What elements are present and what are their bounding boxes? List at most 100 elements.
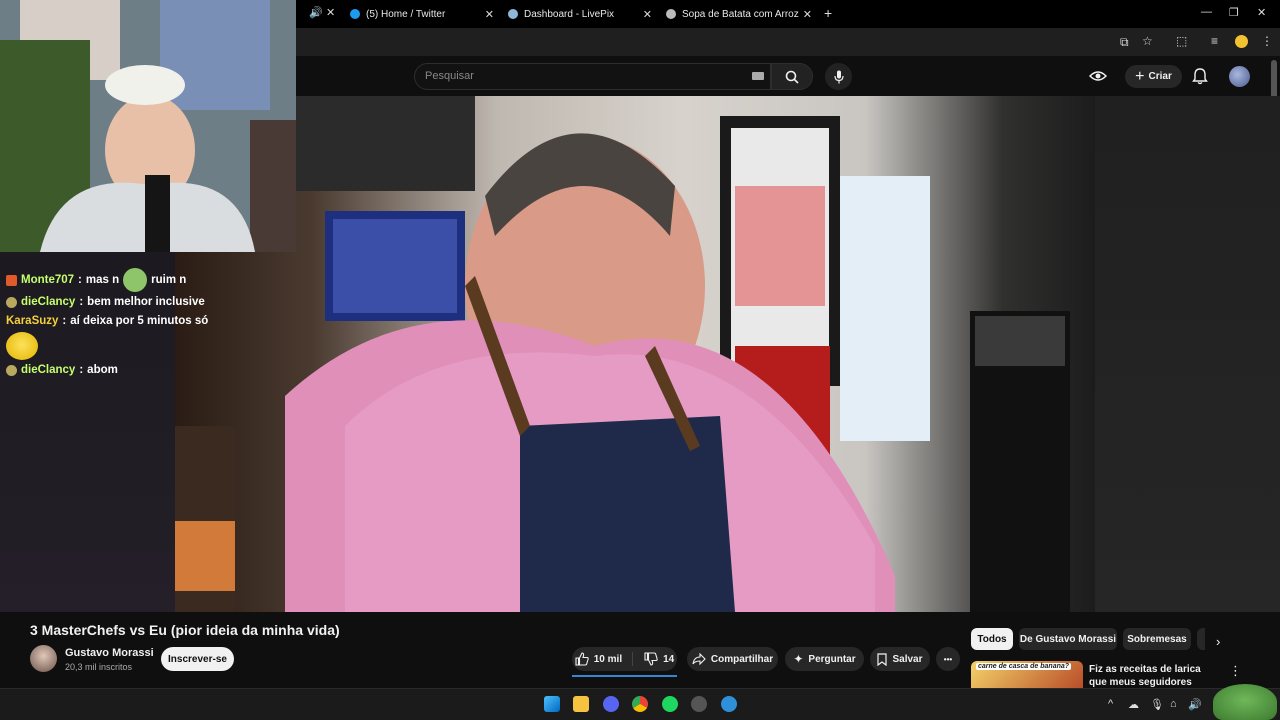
share-button[interactable]: Compartilhar xyxy=(687,647,778,671)
new-tab-button[interactable]: + xyxy=(824,5,832,21)
tab-sopa[interactable]: Sopa de Batata com Arroz ✕ xyxy=(666,0,816,28)
tray-cloud-icon[interactable]: ☁ xyxy=(1128,698,1139,711)
channel-avatar[interactable] xyxy=(30,645,57,672)
chat-username: KaraSuzy xyxy=(6,315,59,327)
like-button[interactable]: 10 mil xyxy=(575,652,634,666)
screen: { "browser": { "tabs": [ {"label": "(5) … xyxy=(0,0,1280,720)
bell-icon[interactable] xyxy=(1192,68,1208,85)
globe-icon xyxy=(666,9,676,19)
create-button[interactable]: + Criar xyxy=(1125,65,1182,88)
profile-avatar[interactable] xyxy=(1235,35,1248,48)
thumbs-down-icon xyxy=(644,652,658,666)
dislike-button[interactable]: 14 xyxy=(638,652,674,666)
chat-text: mas n xyxy=(85,274,120,286)
tab-twitter[interactable]: (5) Home / Twitter ✕ xyxy=(350,0,498,28)
create-label: Criar xyxy=(1148,71,1172,82)
badge-icon xyxy=(6,274,17,286)
chip-channel[interactable]: De Gustavo Morassi xyxy=(1019,628,1117,650)
tab-close-icon[interactable]: ✕ xyxy=(643,8,652,21)
tab-close-icon[interactable]: ✕ xyxy=(485,8,494,21)
like-bar xyxy=(572,675,677,677)
pepe-emote-icon xyxy=(1213,684,1277,720)
chat-username: dieClancy xyxy=(21,296,76,308)
extensions-icon[interactable]: ⬚ xyxy=(1176,34,1187,48)
search-icon xyxy=(785,70,799,84)
chat-username: dieClancy xyxy=(21,364,76,376)
more-actions-button[interactable]: ••• xyxy=(936,647,960,671)
chat-message: KaraSuzy: aí deixa por 5 minutos só xyxy=(6,315,209,327)
emote-icon xyxy=(6,332,38,360)
chat-username: Monte707 xyxy=(21,274,75,286)
ask-label: Perguntar xyxy=(808,653,856,665)
kebab-menu-icon[interactable]: ⋮ xyxy=(1229,663,1242,679)
video-frame xyxy=(175,96,1070,612)
share-label: Compartilhar xyxy=(710,653,774,665)
subscribe-button[interactable]: Inscrever-se xyxy=(161,647,234,671)
search-button[interactable] xyxy=(771,63,813,90)
globe-icon xyxy=(508,9,518,19)
chip-todos[interactable]: Todos xyxy=(971,628,1013,650)
like-dislike-group: 10 mil 14 xyxy=(572,647,677,671)
tab-close-icon[interactable]: ✕ xyxy=(803,8,812,21)
eye-icon[interactable] xyxy=(1089,69,1107,83)
chip-sobremesas[interactable]: Sobremesas xyxy=(1123,628,1191,650)
badge-icon xyxy=(6,364,17,376)
menu-icon[interactable]: ⋮ xyxy=(1261,34,1273,48)
webcam-overlay xyxy=(0,0,296,252)
save-label: Salvar xyxy=(892,653,923,665)
sparkle-icon: ✦ xyxy=(793,652,804,666)
subscriber-count: 20,3 mil inscritos xyxy=(65,662,133,672)
channel-name[interactable]: Gustavo Morassi xyxy=(65,647,154,659)
chip-partial[interactable] xyxy=(1197,628,1205,650)
tray-network-icon[interactable]: ⌂ xyxy=(1170,698,1177,710)
badge-icon xyxy=(6,296,17,308)
playlist-icon[interactable]: ≡ xyxy=(1211,34,1218,48)
discord-icon[interactable] xyxy=(603,696,619,712)
chrome-icon[interactable] xyxy=(632,696,648,712)
account-avatar[interactable] xyxy=(1229,66,1250,87)
chevron-right-icon[interactable]: › xyxy=(1216,634,1220,649)
thumbnail-caption: carne de casca de banana? xyxy=(976,663,1072,670)
twitter-icon xyxy=(350,9,360,19)
app-icon[interactable] xyxy=(721,696,737,712)
window-close-icon[interactable]: ✕ xyxy=(1257,6,1266,19)
tab-label: Sopa de Batata com Arroz xyxy=(682,8,799,20)
chat-text: aí deixa por 5 minutos só xyxy=(70,315,209,327)
obs-icon[interactable] xyxy=(691,696,707,712)
tab-label: Dashboard - LivePix xyxy=(524,8,615,20)
tab-close-icon[interactable]: ✕ xyxy=(326,6,335,19)
cast-icon[interactable]: ⧉ xyxy=(1120,35,1129,50)
windows-start-icon[interactable] xyxy=(544,696,560,712)
chat-text: abom xyxy=(87,364,118,376)
plus-icon: + xyxy=(1135,67,1145,85)
minimize-icon[interactable]: — xyxy=(1201,6,1212,18)
star-icon[interactable]: ☆ xyxy=(1142,34,1153,48)
address-bar[interactable] xyxy=(296,28,1280,56)
voice-search-button[interactable] xyxy=(825,63,852,90)
tray-volume-icon[interactable]: 🔊 xyxy=(1188,698,1202,711)
thumbs-up-icon xyxy=(575,652,589,666)
like-count: 10 mil xyxy=(593,653,623,665)
dislike-count: 14 xyxy=(663,653,675,665)
tray-arrow-icon[interactable]: ^ xyxy=(1108,698,1113,710)
ask-button[interactable]: ✦ Perguntar xyxy=(785,647,864,671)
video-player[interactable] xyxy=(175,96,1095,612)
chat-message: Monte707: mas n ruim n xyxy=(6,268,186,292)
spotify-icon[interactable] xyxy=(662,696,678,712)
tab-label: (5) Home / Twitter xyxy=(366,8,446,20)
search-placeholder: Pesquisar xyxy=(425,70,474,82)
restore-icon[interactable]: ❐ xyxy=(1229,6,1239,19)
tab-audio-icon[interactable]: 🔊 xyxy=(309,6,323,19)
mic-icon xyxy=(833,70,844,83)
file-explorer-icon[interactable] xyxy=(573,696,589,712)
chat-message: dieClancy: bem melhor inclusive xyxy=(6,296,205,308)
video-title: 3 MasterChefs vs Eu (pior ideia da minha… xyxy=(30,622,340,638)
chat-message: dieClancy: abom xyxy=(6,364,118,376)
save-button[interactable]: Salvar xyxy=(870,647,930,671)
bookmark-icon xyxy=(877,652,888,666)
webcam-image xyxy=(0,0,296,252)
tab-livepix[interactable]: Dashboard - LivePix ✕ xyxy=(508,0,656,28)
share-icon xyxy=(692,653,706,665)
tray-mic-icon[interactable]: 🎙 xyxy=(1150,698,1164,711)
keyboard-icon[interactable] xyxy=(752,72,764,80)
